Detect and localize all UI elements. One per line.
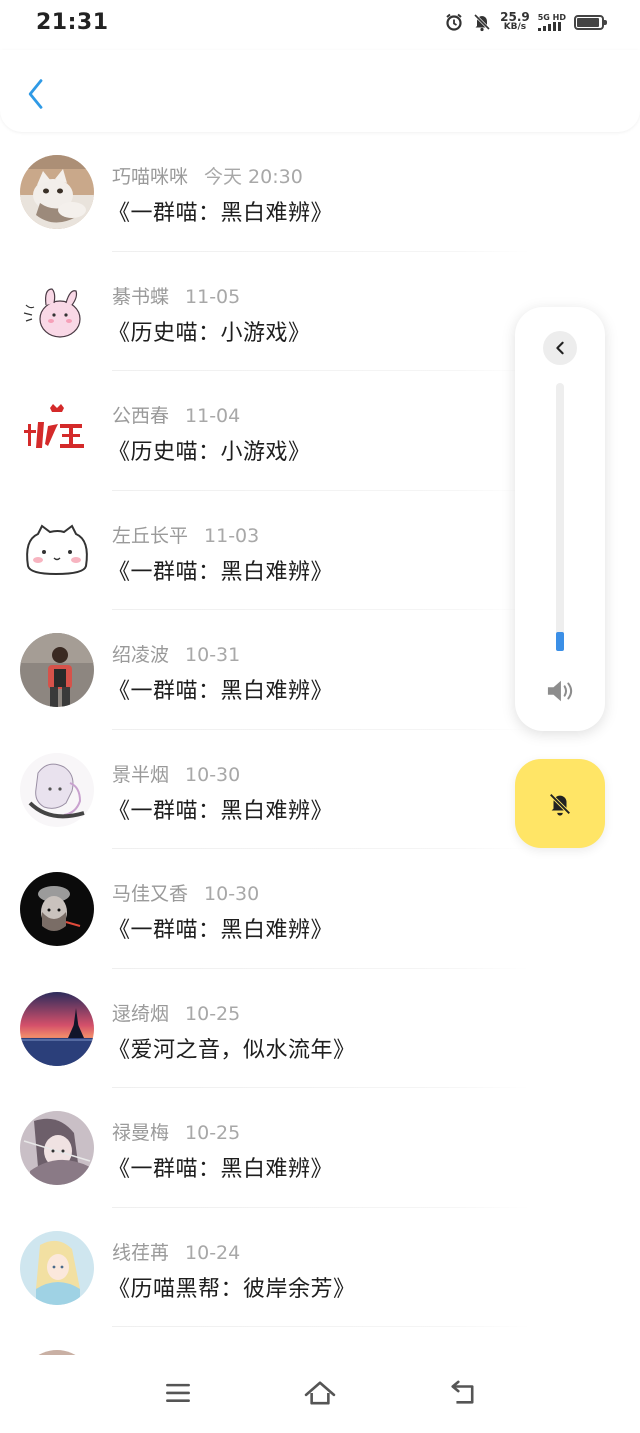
item-author: 綦书蝶 [112,285,170,308]
back-arrow-icon [451,1380,474,1404]
item-title: 《历史喵：小游戏》 [108,320,311,346]
speaker-icon [547,680,573,702]
volume-panel [515,307,605,731]
item-date: 10-30 [204,883,260,905]
item-meta: 巧喵咪咪 今天 20:30 [112,162,303,189]
avatar[interactable] [20,274,94,349]
item-title: 《一群喵：黑白难辨》 [108,918,334,943]
volume-collapse-button[interactable] [543,331,577,365]
item-date: 11-03 [204,524,260,547]
status-time: 21:31 [36,10,109,35]
item-date: 10-31 [185,644,241,666]
avatar[interactable] [20,991,94,1066]
net-speed: 25.9 KB/s [500,10,530,32]
item-meta: 左丘长平 11-03 [112,521,259,548]
item-date: 11-05 [185,285,241,308]
avatar[interactable] [20,1111,94,1185]
item-meta: 逯绮烟 10-25 [112,999,240,1026]
item-title: 《爱河之音，似水流年》 [108,1037,356,1063]
item-meta: 马佳又香 10-30 [112,879,259,906]
signal-label: 5G HD [537,13,566,22]
item-date: 11-04 [185,405,241,427]
item-title: 《一群喵：黑白难辨》 [108,559,334,585]
item-title: 《历喵黑帮：彼岸余芳》 [108,1276,356,1302]
battery-fill [577,17,599,27]
list-item[interactable]: 逯绮烟 10-25 《爱河之音，似水流年》 [0,969,640,1088]
item-meta: 线荏苒 10-24 [112,1238,240,1265]
signal-icon: 5G HD [537,13,566,31]
speaker-button[interactable] [544,677,576,705]
item-date: 10-25 [185,1002,241,1025]
bell-off-icon [549,792,571,816]
item-author: 马佳又香 [112,883,189,905]
volume-slider-fill [556,632,564,651]
item-author: 巧喵咪咪 [112,166,189,188]
item-date: 10-25 [185,1122,241,1144]
volume-slider[interactable] [556,383,564,651]
avatar[interactable] [20,633,94,707]
list-item[interactable]: 马佳又香 10-30 《一群喵：黑白难辨》 [0,849,640,969]
avatar[interactable] [20,513,94,588]
avatar[interactable] [20,1230,94,1305]
avatar[interactable] [20,872,94,946]
nav-bar [0,1355,640,1433]
item-author: 左丘长平 [112,524,189,547]
item-author: 绍凌波 [112,644,170,666]
menu-icon [166,1383,190,1402]
item-author: 禄曼梅 [112,1122,170,1144]
item-date: 10-30 [185,763,241,786]
home-icon [304,1381,336,1405]
avatar[interactable] [20,155,94,229]
status-bar: 21:31 25.9 KB/s 5G HD [0,0,640,50]
item-author: 线荏苒 [112,1241,170,1264]
item-title: 《一群喵：黑白难辨》 [108,201,334,226]
avatar[interactable] [20,394,94,468]
net-speed-unit: KB/s [503,22,527,32]
home-button[interactable] [296,1371,344,1415]
item-meta: 景半烟 10-30 [112,760,240,787]
avatar[interactable] [20,752,94,827]
item-date: 10-24 [185,1241,241,1264]
divider [112,1326,530,1327]
item-meta: 綦书蝶 11-05 [112,282,240,309]
chevron-left-icon [556,341,564,355]
item-meta: 禄曼梅 10-25 [112,1118,240,1145]
back-button[interactable] [16,74,56,114]
item-author: 公西春 [112,405,170,427]
alarm-icon [444,12,464,32]
list-item[interactable]: 禄曼梅 10-25 《一群喵：黑白难辨》 [0,1088,640,1208]
item-meta: 公西春 11-04 [112,401,240,428]
silent-bell-icon [472,12,492,32]
mute-button[interactable] [515,759,605,848]
item-title: 《历史喵：小游戏》 [108,440,311,465]
chevron-left-icon [28,79,43,109]
battery-icon [574,14,607,30]
item-author: 逯绮烟 [112,1002,170,1025]
item-title: 《一群喵：黑白难辨》 [108,798,334,824]
status-icons: 25.9 KB/s 5G HD [444,10,607,32]
list-item[interactable]: 线荏苒 10-24 《历喵黑帮：彼岸余芳》 [0,1208,640,1327]
item-meta: 绍凌波 10-31 [112,640,240,667]
item-author: 景半烟 [112,763,170,786]
item-title: 《一群喵：黑白难辨》 [108,679,334,704]
item-title: 《一群喵：黑白难辨》 [108,1157,334,1182]
header [0,50,640,132]
screen: 21:31 25.9 KB/s 5G HD 巧喵咪咪 今天 20:30 《一群喵… [0,0,640,1433]
list-item[interactable]: 巧喵咪咪 今天 20:30 《一群喵：黑白难辨》 [0,132,640,252]
menu-button[interactable] [154,1371,202,1415]
back-nav-button[interactable] [438,1371,486,1415]
net-speed-value: 25.9 [500,10,530,24]
item-date: 今天 20:30 [204,166,303,188]
